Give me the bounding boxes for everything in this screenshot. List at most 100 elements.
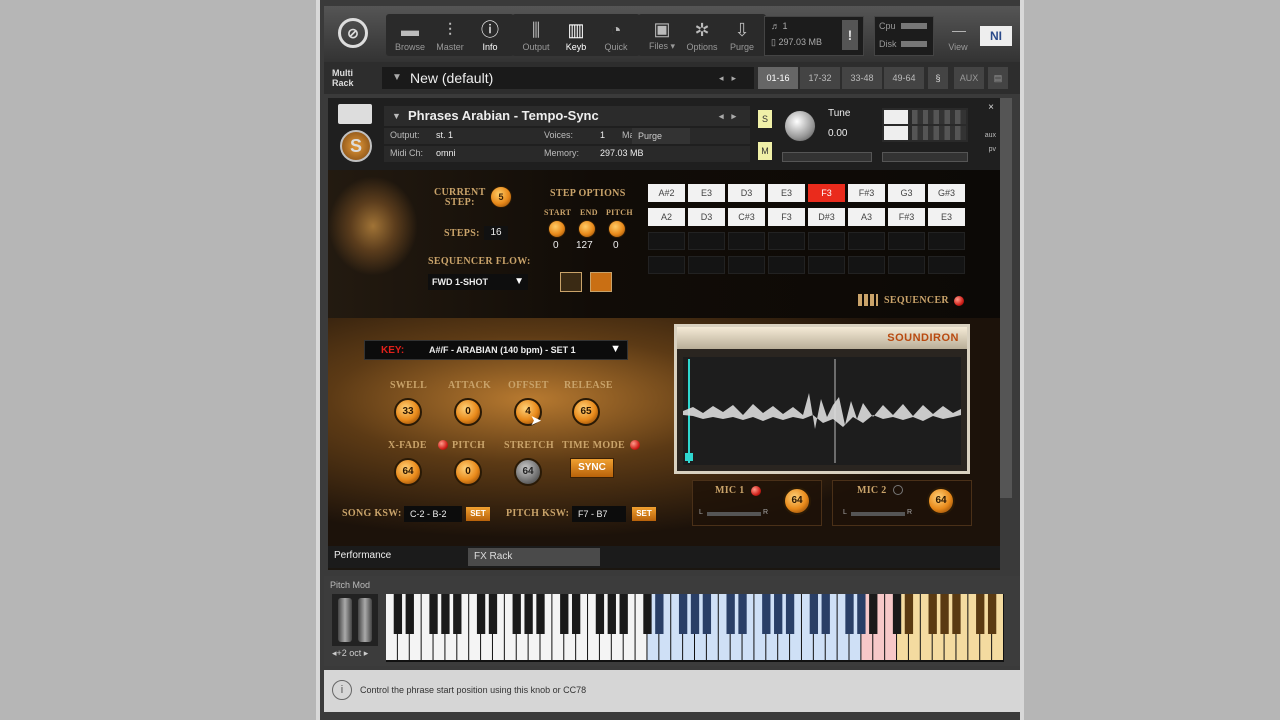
rack-page-4[interactable]: 49-64: [884, 67, 924, 89]
note-empty[interactable]: [928, 232, 965, 250]
black-key[interactable]: [441, 594, 450, 634]
pitch-step-knob[interactable]: [608, 220, 626, 238]
note-empty[interactable]: [688, 256, 725, 274]
keyb-button[interactable]: ▥ Keyb: [556, 14, 596, 56]
quick-button[interactable]: ◔ Quick: [596, 14, 636, 56]
octave-shift[interactable]: ◂+2 oct ▸: [332, 648, 368, 659]
aux-label[interactable]: aux: [985, 132, 996, 139]
expand-icon[interactable]: §: [928, 67, 948, 89]
note-empty[interactable]: [648, 232, 685, 250]
files-button[interactable]: ▣ Files ▾: [642, 14, 682, 56]
black-key[interactable]: [690, 594, 700, 634]
pitch-ksw-value[interactable]: F7 - B7: [572, 506, 626, 522]
black-key[interactable]: [536, 594, 545, 634]
note-empty[interactable]: [728, 256, 765, 274]
purge-button[interactable]: ⇩ Purge: [722, 14, 762, 56]
prev-next-icon[interactable]: ◂▸: [719, 67, 744, 89]
sequencer-flow-dropdown[interactable]: FWD 1-SHOT ▼: [428, 274, 528, 290]
mic2-led-toggle[interactable]: [893, 485, 903, 495]
note-step-6[interactable]: A3: [848, 208, 885, 226]
time-mode-led-toggle[interactable]: [630, 440, 640, 450]
rack-settings-icon[interactable]: ▤: [988, 67, 1008, 89]
black-key[interactable]: [987, 594, 997, 634]
black-key[interactable]: [524, 594, 533, 634]
sync-button[interactable]: SYNC: [570, 458, 614, 478]
xfade-led-toggle[interactable]: [438, 440, 448, 450]
release-knob[interactable]: 65: [572, 398, 600, 426]
note-step-5[interactable]: D#3: [808, 208, 845, 226]
key-selector[interactable]: KEY: A#/F - ARABIAN (140 bpm) - SET 1 ▼: [364, 340, 628, 360]
xfade-knob[interactable]: 64: [394, 458, 422, 486]
note-step-6[interactable]: F#3: [848, 184, 885, 202]
browse-button[interactable]: ▬ Browse: [390, 14, 430, 56]
black-key[interactable]: [488, 594, 498, 634]
prev-next-icon[interactable]: ◂▸: [719, 106, 744, 126]
dropdown-arrow-icon[interactable]: ▼: [392, 67, 402, 89]
steps-value[interactable]: 16: [484, 226, 508, 240]
rack-page-1[interactable]: 01-16: [758, 67, 798, 89]
close-icon[interactable]: ×: [988, 102, 994, 113]
black-key[interactable]: [762, 594, 771, 634]
black-key[interactable]: [619, 594, 628, 634]
black-key[interactable]: [726, 594, 735, 634]
black-key[interactable]: [738, 594, 747, 634]
tab-performance[interactable]: Performance: [334, 550, 391, 561]
ni-logo[interactable]: NI: [980, 26, 1012, 46]
instrument-name-field[interactable]: ▼ Phrases Arabian - Tempo-Sync ◂▸: [384, 106, 750, 126]
volume-slider[interactable]: [882, 152, 968, 162]
black-key[interactable]: [976, 594, 985, 634]
aux-button[interactable]: AUX: [954, 67, 984, 89]
output-button[interactable]: ⫼ Output: [516, 14, 556, 56]
black-key[interactable]: [453, 594, 462, 634]
rack-page-2[interactable]: 17-32: [800, 67, 840, 89]
black-key[interactable]: [560, 594, 569, 634]
kontakt-logo-icon[interactable]: ⊘: [338, 18, 368, 48]
black-key[interactable]: [512, 594, 521, 634]
sequencer-led-toggle[interactable]: [954, 296, 964, 306]
midi-channel-value[interactable]: omni: [436, 148, 456, 158]
black-key[interactable]: [869, 594, 878, 634]
black-key[interactable]: [429, 594, 438, 634]
note-step-4[interactable]: F3: [768, 208, 805, 226]
song-ksw-value[interactable]: C-2 - B-2: [404, 506, 462, 522]
mic1-pan-slider[interactable]: [707, 512, 761, 516]
load-sequence-button[interactable]: [590, 272, 612, 292]
note-step-2[interactable]: D3: [688, 208, 725, 226]
mic2-knob[interactable]: 64: [927, 487, 955, 515]
stretch-knob[interactable]: 64: [514, 458, 542, 486]
black-key[interactable]: [702, 594, 712, 634]
note-step-2[interactable]: E3: [688, 184, 725, 202]
mic2-pan-slider[interactable]: [851, 512, 905, 516]
end-knob[interactable]: [578, 220, 596, 238]
current-step-knob[interactable]: 5: [490, 186, 512, 208]
black-key[interactable]: [892, 594, 902, 634]
note-step-5[interactable]: F3: [808, 184, 845, 202]
black-key[interactable]: [571, 594, 581, 634]
wrench-icon[interactable]: [338, 104, 372, 124]
black-key[interactable]: [904, 594, 914, 634]
pv-label[interactable]: pv: [989, 146, 996, 153]
save-sequence-button[interactable]: [560, 272, 582, 292]
warning-button[interactable]: !: [842, 20, 858, 50]
note-step-3[interactable]: C#3: [728, 208, 765, 226]
note-empty[interactable]: [768, 256, 805, 274]
black-key[interactable]: [809, 594, 819, 634]
note-empty[interactable]: [808, 256, 845, 274]
black-key[interactable]: [476, 594, 486, 634]
tune-knob[interactable]: [784, 110, 816, 142]
black-key[interactable]: [928, 594, 937, 634]
mute-button[interactable]: M: [758, 142, 772, 160]
mic1-knob[interactable]: 64: [783, 487, 811, 515]
solo-button[interactable]: S: [758, 110, 772, 128]
black-key[interactable]: [393, 594, 403, 634]
note-empty[interactable]: [848, 232, 885, 250]
note-empty[interactable]: [928, 256, 965, 274]
info-button[interactable]: ⓘ Info: [470, 14, 510, 56]
note-empty[interactable]: [888, 256, 925, 274]
swell-knob[interactable]: 33: [394, 398, 422, 426]
soundiron-badge-icon[interactable]: S: [340, 130, 372, 162]
pan-slider[interactable]: [782, 152, 872, 162]
note-step-3[interactable]: D3: [728, 184, 765, 202]
note-step-8[interactable]: E3: [928, 208, 965, 226]
black-key[interactable]: [405, 594, 414, 634]
